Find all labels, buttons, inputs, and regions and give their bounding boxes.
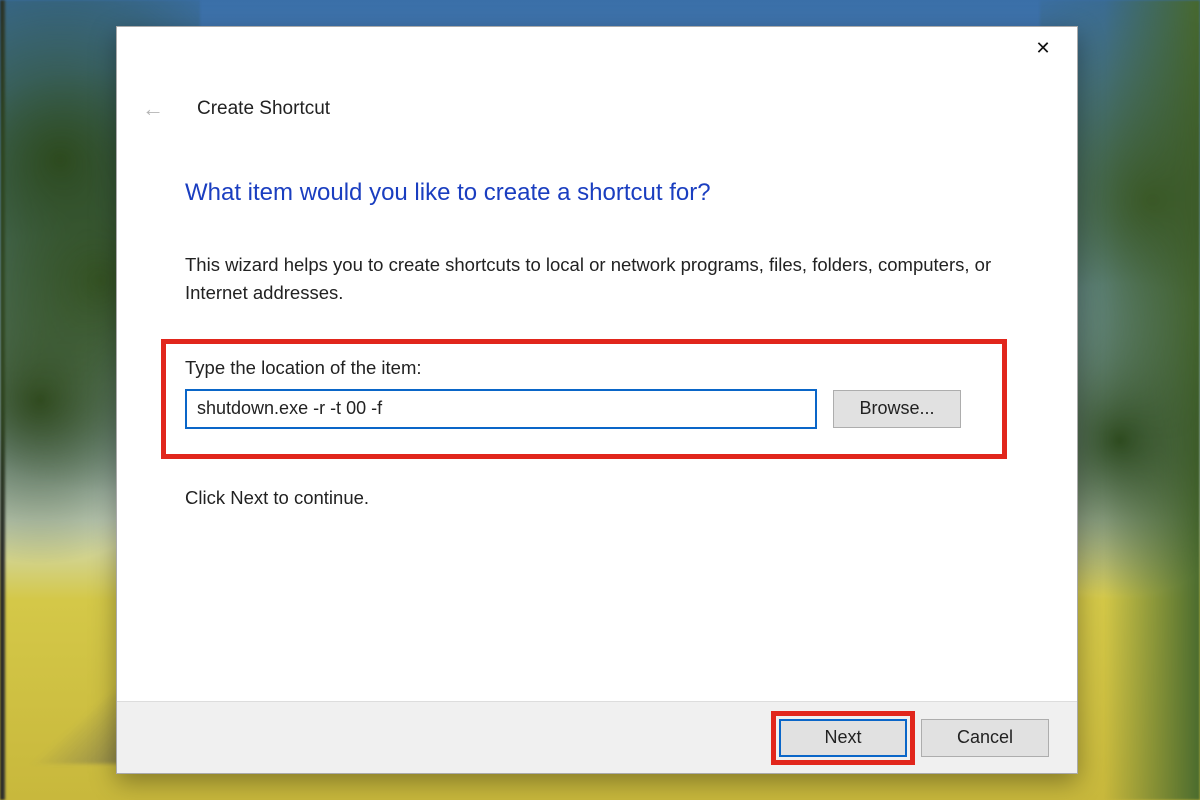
cancel-button[interactable]: Cancel bbox=[921, 719, 1049, 757]
location-input-section: Type the location of the item: Browse... bbox=[173, 343, 1009, 451]
close-icon: ✕ bbox=[1035, 38, 1050, 59]
dialog-footer: Next Cancel bbox=[117, 701, 1077, 773]
location-input-label: Type the location of the item: bbox=[185, 357, 993, 379]
continue-instruction: Click Next to continue. bbox=[185, 487, 1009, 509]
back-arrow-icon: ← bbox=[137, 93, 169, 125]
next-button[interactable]: Next bbox=[779, 719, 907, 757]
dialog-content: What item would you like to create a sho… bbox=[117, 125, 1077, 701]
wizard-title: Create Shortcut bbox=[197, 98, 330, 120]
dialog-titlebar: ✕ bbox=[117, 27, 1077, 69]
location-input[interactable] bbox=[185, 389, 817, 429]
close-button[interactable]: ✕ bbox=[1023, 32, 1063, 64]
browse-button[interactable]: Browse... bbox=[833, 390, 961, 428]
next-button-wrap: Next bbox=[779, 719, 907, 757]
create-shortcut-dialog: ✕ ← Create Shortcut What item would you … bbox=[116, 26, 1078, 774]
location-input-row: Browse... bbox=[185, 389, 993, 429]
wizard-description: This wizard helps you to create shortcut… bbox=[185, 251, 1005, 307]
dialog-title-row: ← Create Shortcut bbox=[117, 69, 1077, 125]
wizard-question: What item would you like to create a sho… bbox=[185, 179, 1009, 207]
